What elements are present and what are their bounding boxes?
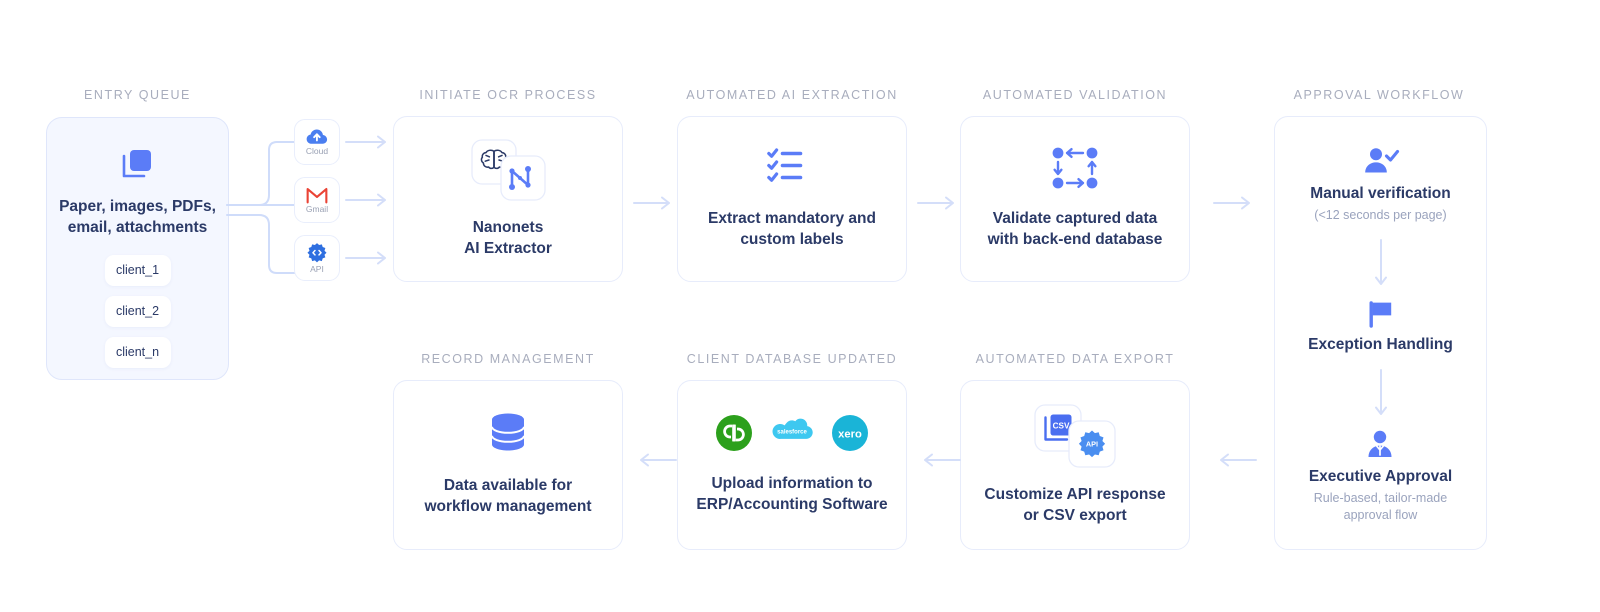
card-label-record-management: Data available for workflow management bbox=[424, 477, 592, 515]
arrow-verification-to-exception bbox=[1371, 238, 1391, 290]
arrow-ocr-to-extraction bbox=[633, 193, 677, 213]
card-data-export[interactable]: CSV API Customize API response or CSV ex… bbox=[960, 380, 1190, 550]
source-tile-gmail[interactable]: Gmail bbox=[294, 177, 340, 223]
card-label-client-database: Upload information to ERP/Accounting Sof… bbox=[696, 475, 888, 513]
approval-step-title: Manual verification bbox=[1310, 185, 1451, 202]
source-tile-api[interactable]: API bbox=[294, 235, 340, 281]
approval-step-manual-verification: Manual verification (<12 seconds per pag… bbox=[1310, 147, 1451, 224]
svg-text:xero: xero bbox=[838, 429, 862, 441]
erp-logos-group: salesforce xero bbox=[715, 414, 869, 452]
api-gear-icon bbox=[306, 242, 328, 264]
quickbooks-logo bbox=[715, 414, 753, 452]
xero-logo: xero bbox=[831, 414, 869, 452]
workflow-diagram: ENTRY QUEUE INITIATE OCR PROCESS AUTOMAT… bbox=[0, 0, 1600, 612]
gmail-icon bbox=[306, 186, 328, 204]
section-title-entry-queue: ENTRY QUEUE bbox=[84, 88, 191, 102]
card-client-database[interactable]: salesforce xero Upload information to ER… bbox=[677, 380, 907, 550]
entry-queue-description: Paper, images, PDFs, email, attachments bbox=[59, 198, 216, 236]
cloud-upload-icon bbox=[306, 128, 328, 146]
section-title-approval: APPROVAL WORKFLOW bbox=[1293, 88, 1465, 102]
svg-text:CSV: CSV bbox=[1053, 422, 1070, 431]
executive-user-icon bbox=[1364, 430, 1396, 460]
card-ai-extraction[interactable]: Extract mandatory and custom labels bbox=[677, 116, 907, 282]
card-ocr-process[interactable]: Nanonets AI Extractor bbox=[393, 116, 623, 282]
section-title-extraction: AUTOMATED AI EXTRACTION bbox=[686, 88, 898, 102]
entry-queue-panel: Paper, images, PDFs, email, attachments … bbox=[46, 117, 229, 380]
client-chip[interactable]: client_2 bbox=[104, 295, 171, 327]
arrow-gmail-to-ocr bbox=[345, 190, 395, 210]
approval-step-exception-handling: Exception Handling bbox=[1308, 300, 1453, 354]
card-label-validation: Validate captured data with back-end dat… bbox=[987, 210, 1163, 248]
client-chip-list: client_1 client_2 client_n bbox=[104, 245, 171, 368]
source-tile-cloud[interactable]: Cloud bbox=[294, 119, 340, 165]
export-icon-group: CSV API bbox=[1031, 403, 1119, 469]
entry-to-sources-connectors bbox=[225, 120, 305, 300]
arrow-validation-to-approval bbox=[1213, 193, 1257, 213]
documents-stack-icon bbox=[118, 143, 158, 183]
card-label-data-export: Customize API response or CSV export bbox=[984, 486, 1166, 524]
source-tile-label: Gmail bbox=[305, 204, 329, 215]
user-check-icon bbox=[1363, 147, 1399, 177]
arrow-api-to-ocr bbox=[345, 248, 395, 268]
salesforce-logo: salesforce bbox=[769, 417, 815, 449]
arrow-approval-to-export bbox=[1213, 450, 1257, 470]
approval-step-title: Executive Approval bbox=[1308, 467, 1453, 485]
svg-text:salesforce: salesforce bbox=[777, 430, 807, 436]
section-title-data-export: AUTOMATED DATA EXPORT bbox=[975, 352, 1175, 366]
data-sync-cycle-icon bbox=[1052, 147, 1098, 189]
arrow-export-to-client-database bbox=[917, 450, 961, 470]
card-validation[interactable]: Validate captured data with back-end dat… bbox=[960, 116, 1190, 282]
section-title-ocr: INITIATE OCR PROCESS bbox=[419, 88, 597, 102]
section-title-validation: AUTOMATED VALIDATION bbox=[982, 88, 1168, 102]
svg-text:API: API bbox=[1086, 440, 1098, 449]
arrow-client-database-to-record bbox=[633, 450, 677, 470]
source-tile-label: API bbox=[310, 264, 324, 275]
section-title-record-management: RECORD MANAGEMENT bbox=[421, 352, 595, 366]
card-label-extraction: Extract mandatory and custom labels bbox=[708, 210, 876, 248]
client-chip[interactable]: client_1 bbox=[104, 254, 171, 286]
approval-step-executive-approval: Executive Approval Rule-based, tailor-ma… bbox=[1309, 430, 1452, 524]
database-icon bbox=[488, 412, 528, 454]
approval-step-subtitle: Rule-based, tailor-made approval flow bbox=[1313, 490, 1448, 522]
arrow-exception-to-executive bbox=[1371, 368, 1391, 420]
arrow-cloud-to-ocr bbox=[345, 132, 395, 152]
nanonets-logo-group bbox=[467, 138, 549, 202]
card-record-management[interactable]: Data available for workflow management bbox=[393, 380, 623, 550]
card-approval-workflow[interactable]: Manual verification (<12 seconds per pag… bbox=[1274, 116, 1487, 550]
card-label-ocr: Nanonets AI Extractor bbox=[464, 219, 552, 257]
source-tile-label: Cloud bbox=[305, 146, 329, 157]
approval-step-title: Exception Handling bbox=[1308, 335, 1453, 353]
checklist-icon bbox=[767, 147, 817, 189]
approval-step-subtitle: (<12 seconds per page) bbox=[1314, 208, 1447, 222]
arrow-extraction-to-validation bbox=[917, 193, 961, 213]
flag-icon bbox=[1366, 300, 1396, 328]
section-title-client-database: CLIENT DATABASE UPDATED bbox=[686, 352, 898, 366]
client-chip[interactable]: client_n bbox=[104, 336, 171, 368]
